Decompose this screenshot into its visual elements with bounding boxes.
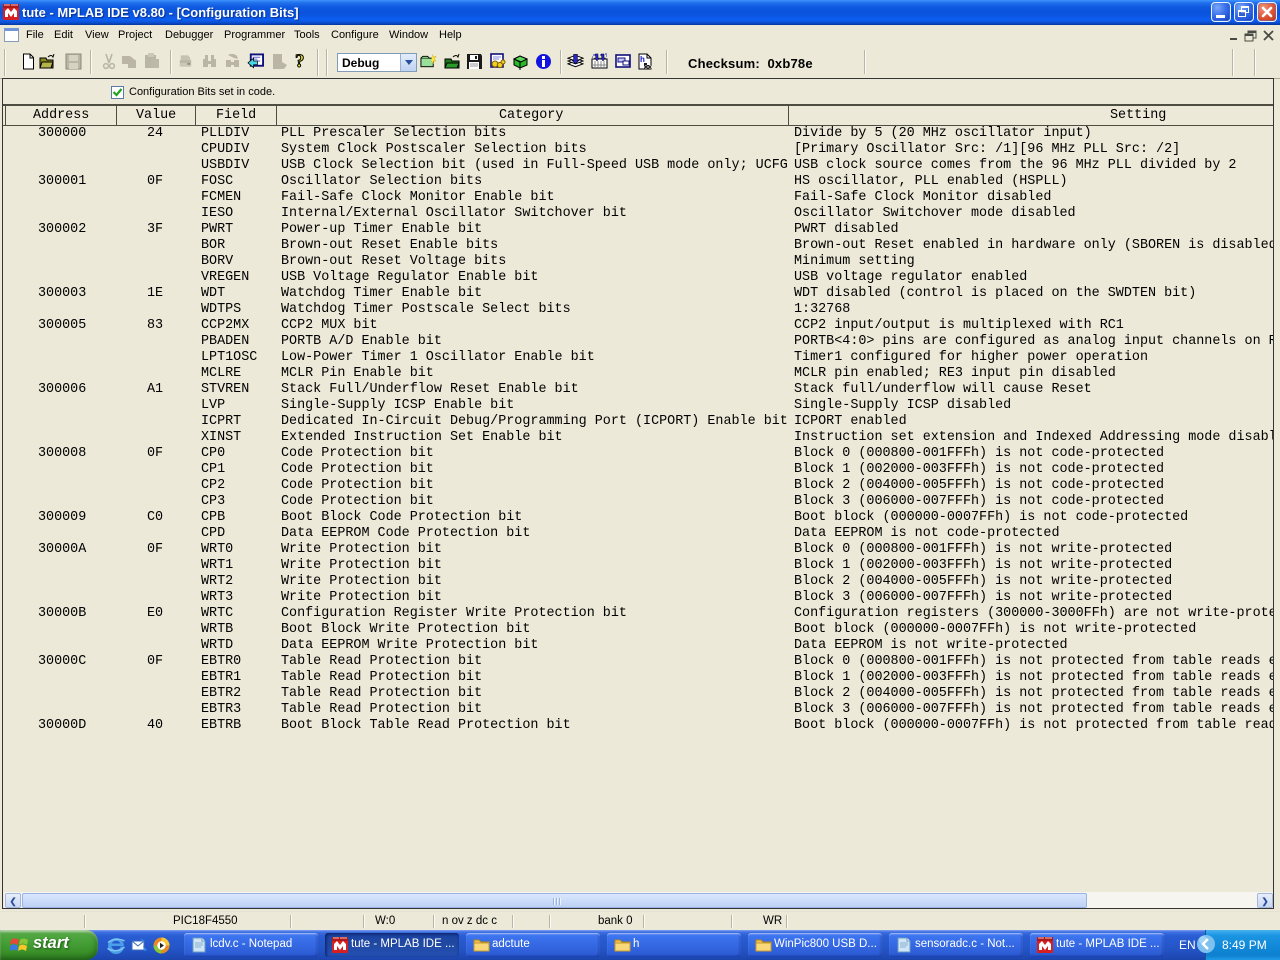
svg-text:h: h bbox=[640, 55, 645, 64]
svg-text:?: ? bbox=[295, 51, 305, 71]
